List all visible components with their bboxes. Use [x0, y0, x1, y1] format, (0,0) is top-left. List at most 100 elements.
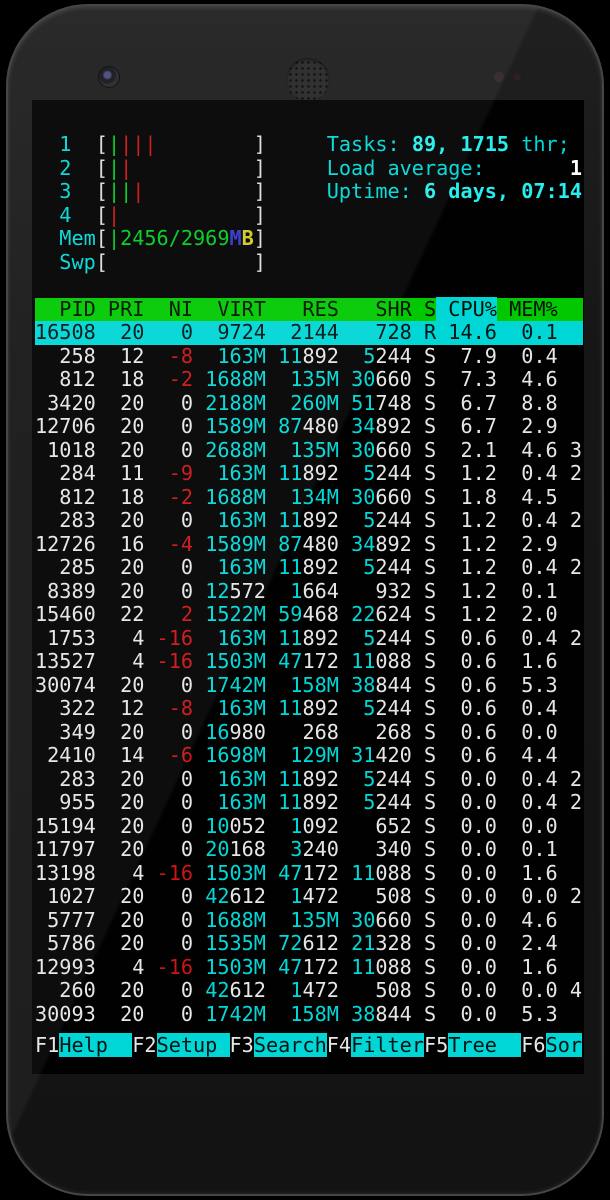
time-cell-partial: 2 — [558, 508, 582, 532]
mem-cell: 4.5 — [497, 485, 558, 509]
nice-cell: -8 — [144, 696, 193, 720]
fkey-number: F4 — [327, 1033, 351, 1057]
process-row[interactable]: 2410 14 -6 1698M 129M 31420 S 0.6 4.4 — [35, 744, 583, 768]
mem-unit-b: B — [242, 226, 254, 250]
mem-value: 652 — [375, 814, 411, 838]
cpu-cell: 6.7 — [436, 391, 497, 415]
nice-cell: 0 — [144, 931, 193, 955]
process-row[interactable]: 30074 20 0 1742M 158M 38844 S 0.6 5.3 — [35, 674, 583, 698]
cpu-cell: 0.6 — [436, 720, 497, 744]
pid-cell: 284 — [35, 461, 96, 485]
process-row[interactable]: 1027 20 0 42612 1472 508 S 0.0 0.0 2 — [35, 885, 583, 909]
process-row[interactable]: 30093 20 0 1742M 158M 38844 S 0.0 5.3 — [35, 1003, 583, 1027]
column-header-shr[interactable]: SHR — [339, 297, 412, 321]
fkey-f4[interactable]: F4Filter — [327, 1033, 424, 1057]
mem-value: 1535M — [205, 931, 266, 955]
mem-value: 1688M — [205, 367, 266, 391]
process-row[interactable]: 3420 20 0 2188M 260M 51748 S 6.7 8.8 — [35, 392, 583, 416]
process-row[interactable]: 11797 20 0 20168 3240 340 S 0.0 0.1 — [35, 838, 583, 862]
column-header-s[interactable]: S — [412, 297, 436, 321]
nice-cell: -16 — [144, 649, 193, 673]
fkey-f1[interactable]: F1Help — [35, 1033, 132, 1057]
mem-cell: 0.0 — [497, 978, 558, 1002]
mem-value: 1698M — [205, 743, 266, 767]
fkey-f6[interactable]: F6Sor — [521, 1033, 582, 1057]
mem-value-low: 244 — [375, 461, 411, 485]
process-row[interactable]: 283 20 0 163M 11892 5244 S 1.2 0.4 2 — [35, 509, 583, 533]
header-filler — [558, 297, 582, 321]
nice-cell: 0 — [144, 555, 193, 579]
mem-value-low: 092 — [302, 814, 338, 838]
meter-empty — [157, 132, 254, 156]
column-header-mem[interactable]: MEM% — [497, 297, 558, 321]
speaker-grille-icon — [286, 58, 330, 102]
process-row[interactable]: 260 20 0 42612 1472 508 S 0.0 0.0 4 — [35, 979, 583, 1003]
fkey-number: F5 — [424, 1033, 448, 1057]
fkey-f2[interactable]: F2Setup — [132, 1033, 229, 1057]
process-row[interactable]: 12726 16 -4 1589M 87480 34892 S 1.2 2.9 — [35, 533, 583, 557]
meter-bracket-close: ] — [254, 226, 266, 250]
process-row[interactable]: 13198 4 -16 1503M 47172 11088 S 0.0 1.6 — [35, 862, 583, 886]
mem-cell: 2.9 — [497, 414, 558, 438]
fkey-f5[interactable]: F5Tree — [424, 1033, 521, 1057]
cpu-cell: 0.6 — [436, 743, 497, 767]
phone-frame: 1 [|||| ] Tasks: 89, 1715 thr; 2 [|| ] L… — [6, 4, 604, 1196]
pri-cell: 20 — [96, 767, 145, 791]
pid-cell: 11797 — [35, 837, 96, 861]
meter-bar: | — [132, 179, 144, 203]
mem-value-high: 30 — [351, 438, 375, 462]
process-row[interactable]: 12993 4 -16 1503M 47172 11088 S 0.0 1.6 — [35, 956, 583, 980]
column-header-res[interactable]: RES — [266, 297, 339, 321]
process-row[interactable]: 283 20 0 163M 11892 5244 S 0.0 0.4 2 — [35, 768, 583, 792]
meter-bar: ||| — [120, 132, 156, 156]
state-cell: S — [412, 696, 436, 720]
process-row[interactable]: 12706 20 0 1589M 87480 34892 S 6.7 2.9 — [35, 415, 583, 439]
pri-cell: 20 — [96, 320, 145, 344]
process-row[interactable]: 258 12 -8 163M 11892 5244 S 7.9 0.4 — [35, 345, 583, 369]
process-row[interactable]: 5786 20 0 1535M 72612 21328 S 0.0 2.4 — [35, 932, 583, 956]
fkey-number: F3 — [230, 1033, 254, 1057]
state-cell: S — [412, 720, 436, 744]
nice-cell: 0 — [144, 790, 193, 814]
process-row[interactable]: 15194 20 0 10052 1092 652 S 0.0 0.0 — [35, 815, 583, 839]
process-row[interactable]: 285 20 0 163M 11892 5244 S 1.2 0.4 2 — [35, 556, 583, 580]
cpu-cell: 2.1 — [436, 438, 497, 462]
pri-cell: 4 — [96, 626, 145, 650]
process-row[interactable]: 1753 4 -16 163M 11892 5244 S 0.6 0.4 2 — [35, 627, 583, 651]
tasks-label: Tasks: — [327, 132, 412, 156]
cpu-cell: 1.2 — [436, 461, 497, 485]
cpu-cell: 0.0 — [436, 1002, 497, 1026]
mem-value: 1688M — [205, 485, 266, 509]
meter-label: 4 — [35, 203, 96, 227]
process-row[interactable]: 812 18 -2 1688M 135M 30660 S 7.3 4.6 — [35, 368, 583, 392]
process-row[interactable]: 955 20 0 163M 11892 5244 S 0.0 0.4 2 — [35, 791, 583, 815]
meter-bracket-open: [ — [96, 132, 108, 156]
process-row[interactable]: 284 11 -9 163M 11892 5244 S 1.2 0.4 2 — [35, 462, 583, 486]
nice-cell: 0 — [144, 320, 193, 344]
column-header-pid[interactable]: PID — [35, 297, 96, 321]
mem-value: 1589M — [205, 532, 266, 556]
column-header-pri[interactable]: PRI — [96, 297, 145, 321]
process-row[interactable]: 8389 20 0 12572 1664 932 S 1.2 0.1 — [35, 580, 583, 604]
process-row[interactable]: 5777 20 0 1688M 135M 30660 S 0.0 4.6 — [35, 909, 583, 933]
process-row-selected[interactable]: 16508 20 0 9724 2144 728 R 14.6 0.1 — [35, 321, 583, 345]
mem-value-low: 088 — [375, 861, 411, 885]
cpu-cell: 0.0 — [436, 790, 497, 814]
process-row[interactable]: 13527 4 -16 1503M 47172 11088 S 0.6 1.6 — [35, 650, 583, 674]
column-header-cpu[interactable]: CPU% — [436, 297, 497, 321]
process-row[interactable]: 812 18 -2 1688M 134M 30660 S 1.8 4.5 — [35, 486, 583, 510]
state-cell: S — [412, 508, 436, 532]
state-cell: S — [412, 743, 436, 767]
process-row[interactable]: 322 12 -8 163M 11892 5244 S 0.6 0.4 — [35, 697, 583, 721]
mem-value: 163M — [217, 344, 266, 368]
process-row[interactable]: 15460 22 2 1522M 59468 22624 S 1.2 2.0 — [35, 603, 583, 627]
pid-cell: 283 — [35, 508, 96, 532]
process-row[interactable]: 1018 20 0 2688M 135M 30660 S 2.1 4.6 3 — [35, 439, 583, 463]
mem-value-low: 052 — [230, 814, 266, 838]
column-header-ni[interactable]: NI — [144, 297, 193, 321]
fkey-f3[interactable]: F3Search — [230, 1033, 327, 1057]
state-cell: S — [412, 814, 436, 838]
mem-value-high: 11 — [351, 861, 375, 885]
process-row[interactable]: 349 20 0 16980 268 268 S 0.6 0.0 — [35, 721, 583, 745]
column-header-virt[interactable]: VIRT — [193, 297, 266, 321]
